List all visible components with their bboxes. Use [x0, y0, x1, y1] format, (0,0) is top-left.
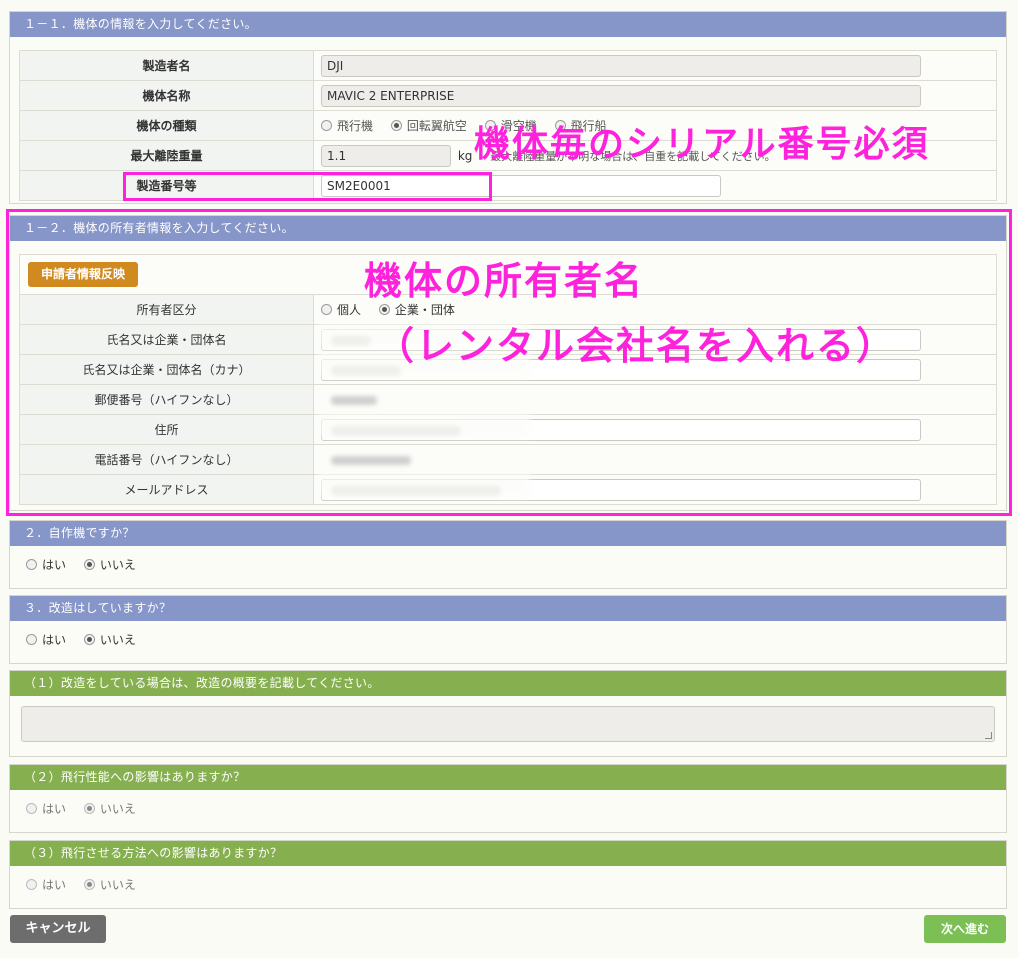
next-button[interactable]: 次へ進む [924, 915, 1006, 943]
q3-2-panel: （２）飛行性能への影響はありますか？ はい いいえ [9, 764, 1007, 833]
q2-panel: ２．自作機ですか？ はい いいえ [9, 520, 1007, 589]
q3-3-yes-radio[interactable] [26, 879, 37, 890]
model-row: 機体名称 MAVIC 2 ENTERPRISE [19, 80, 997, 111]
aircraft-info-header: １－１．機体の情報を入力してください。 [10, 12, 1006, 37]
serial-annotation: 機体毎のシリアル番号必須 [474, 124, 930, 165]
q3-3-panel: （３）飛行させる方法への影響はありますか？ はい いいえ [9, 840, 1007, 909]
q3-2-yes-radio[interactable] [26, 803, 37, 814]
type-label: 機体の種類 [19, 110, 314, 141]
model-label: 機体名称 [19, 80, 314, 111]
q3-2-no-radio[interactable] [83, 803, 95, 814]
owner-annotation-line2: （レンタル会社名を入れる） [376, 324, 897, 368]
q3-3-no-radio[interactable] [83, 879, 95, 890]
manufacturer-field[interactable]: DJI [321, 54, 921, 77]
q3-1-panel: （１）改造をしている場合は、改造の概要を記載してください。 [9, 670, 1007, 757]
q2-header: ２．自作機ですか？ [10, 521, 1006, 546]
q3-3-yes-label: はい [42, 878, 67, 892]
manufacturer-label: 製造者名 [19, 50, 314, 81]
q2-no-radio[interactable] [83, 559, 95, 570]
modification-summary-textarea[interactable] [21, 706, 995, 742]
type-rotorcraft-label: 回転翼航空 [406, 119, 467, 133]
resize-grip-icon[interactable] [985, 732, 992, 739]
serial-highlight-box [123, 172, 492, 201]
q3-no-label: いいえ [99, 633, 136, 647]
type-rotorcraft-radio[interactable] [390, 120, 402, 131]
q2-yes-label: はい [42, 558, 67, 572]
q3-3-header: （３）飛行させる方法への影響はありますか？ [10, 841, 1006, 866]
q3-yes-radio[interactable] [26, 634, 37, 645]
q3-2-yes-label: はい [42, 802, 67, 816]
q3-yes-label: はい [42, 633, 67, 647]
q3-2-no-label: いいえ [99, 802, 136, 816]
model-field[interactable]: MAVIC 2 ENTERPRISE [321, 84, 921, 107]
type-airplane-label: 飛行機 [337, 119, 374, 133]
manufacturer-row: 製造者名 DJI [19, 50, 997, 81]
owner-annotation-line1: 機体の所有者名 [364, 259, 645, 303]
cancel-button[interactable]: キャンセル [10, 915, 106, 943]
weight-field[interactable]: 1.1 [321, 144, 451, 167]
type-airplane-radio[interactable] [321, 120, 332, 131]
q3-2-header: （２）飛行性能への影響はありますか？ [10, 765, 1006, 790]
q3-panel: ３．改造はしていますか？ はい いいえ [9, 595, 1007, 664]
weight-label: 最大離陸重量 [19, 140, 314, 171]
q3-3-no-label: いいえ [99, 878, 136, 892]
q3-1-header: （１）改造をしている場合は、改造の概要を記載してください。 [10, 671, 1006, 696]
q2-no-label: いいえ [99, 558, 136, 572]
weight-unit: kg [457, 148, 473, 163]
q3-header: ３．改造はしていますか？ [10, 596, 1006, 621]
q2-yes-radio[interactable] [26, 559, 37, 570]
q3-no-radio[interactable] [83, 634, 95, 645]
